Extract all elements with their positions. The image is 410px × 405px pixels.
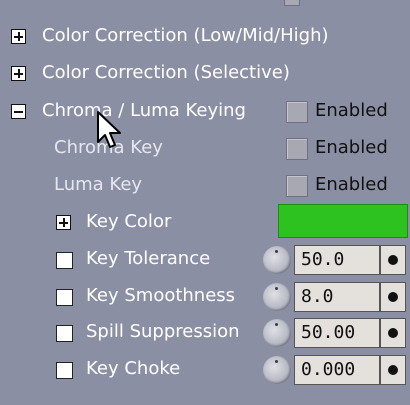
enabled-label: Enabled	[315, 174, 388, 195]
rotary-knob-icon[interactable]	[263, 356, 291, 384]
plus-box-icon[interactable]	[56, 215, 71, 230]
key-color-swatch[interactable]	[278, 204, 408, 238]
plus-box-icon[interactable]	[11, 29, 26, 44]
spin-button[interactable]	[380, 282, 406, 312]
rotary-knob-icon[interactable]	[263, 283, 291, 311]
enabled-label: Enabled	[315, 100, 388, 121]
chroma-key-enabled-checkbox[interactable]	[286, 138, 308, 160]
keyframe-checkbox[interactable]	[56, 252, 73, 269]
key-color-label: Key Color	[86, 211, 172, 232]
spin-button[interactable]	[380, 355, 406, 385]
luma-key-row: Luma Key Enabled	[0, 167, 410, 204]
spill-suppression-label: Spill Suppression	[86, 321, 240, 342]
rotary-knob-icon[interactable]	[263, 319, 291, 347]
arrow-pointer-icon	[97, 111, 121, 148]
keyframe-checkbox[interactable]	[56, 325, 73, 342]
key-choke-row: Key Choke 0.000	[0, 351, 410, 388]
panel-top-edge	[0, 0, 410, 6]
spill-suppression-row: Spill Suppression 50.00	[0, 314, 410, 351]
key-tolerance-field[interactable]: 50.0	[294, 245, 380, 275]
section-label: Color Correction (Low/Mid/High)	[42, 25, 329, 46]
keyframe-checkbox[interactable]	[56, 289, 73, 306]
key-choke-field[interactable]: 0.000	[294, 355, 380, 385]
section-label: Color Correction (Selective)	[42, 62, 290, 83]
key-smoothness-label: Key Smoothness	[86, 285, 236, 306]
key-choke-label: Key Choke	[86, 358, 181, 379]
section-color-correction-selective[interactable]: Color Correction (Selective)	[0, 55, 410, 92]
spin-button[interactable]	[380, 245, 406, 275]
keyframe-checkbox[interactable]	[56, 362, 73, 379]
key-smoothness-field[interactable]: 8.0	[294, 282, 380, 312]
luma-key-label: Luma Key	[54, 174, 143, 195]
enabled-label: Enabled	[315, 137, 388, 158]
section-chroma-luma-keying[interactable]: Chroma / Luma Keying Enabled	[0, 93, 410, 130]
key-tolerance-label: Key Tolerance	[86, 248, 211, 269]
chroma-key-row: Chroma Key Enabled	[0, 130, 410, 167]
section-color-correction-lmh[interactable]: Color Correction (Low/Mid/High)	[0, 18, 410, 55]
key-tolerance-row: Key Tolerance 50.0	[0, 241, 410, 278]
plus-box-icon[interactable]	[11, 66, 26, 81]
section-label: Chroma / Luma Keying	[42, 100, 246, 121]
luma-key-enabled-checkbox[interactable]	[286, 175, 308, 197]
enabled-checkbox[interactable]	[286, 101, 308, 123]
rotary-knob-icon[interactable]	[263, 246, 291, 274]
partial-checkbox-top	[284, 0, 300, 6]
minus-box-icon[interactable]	[11, 104, 26, 119]
spin-button[interactable]	[380, 318, 406, 348]
key-smoothness-row: Key Smoothness 8.0	[0, 278, 410, 315]
spill-suppression-field[interactable]: 50.00	[294, 318, 380, 348]
